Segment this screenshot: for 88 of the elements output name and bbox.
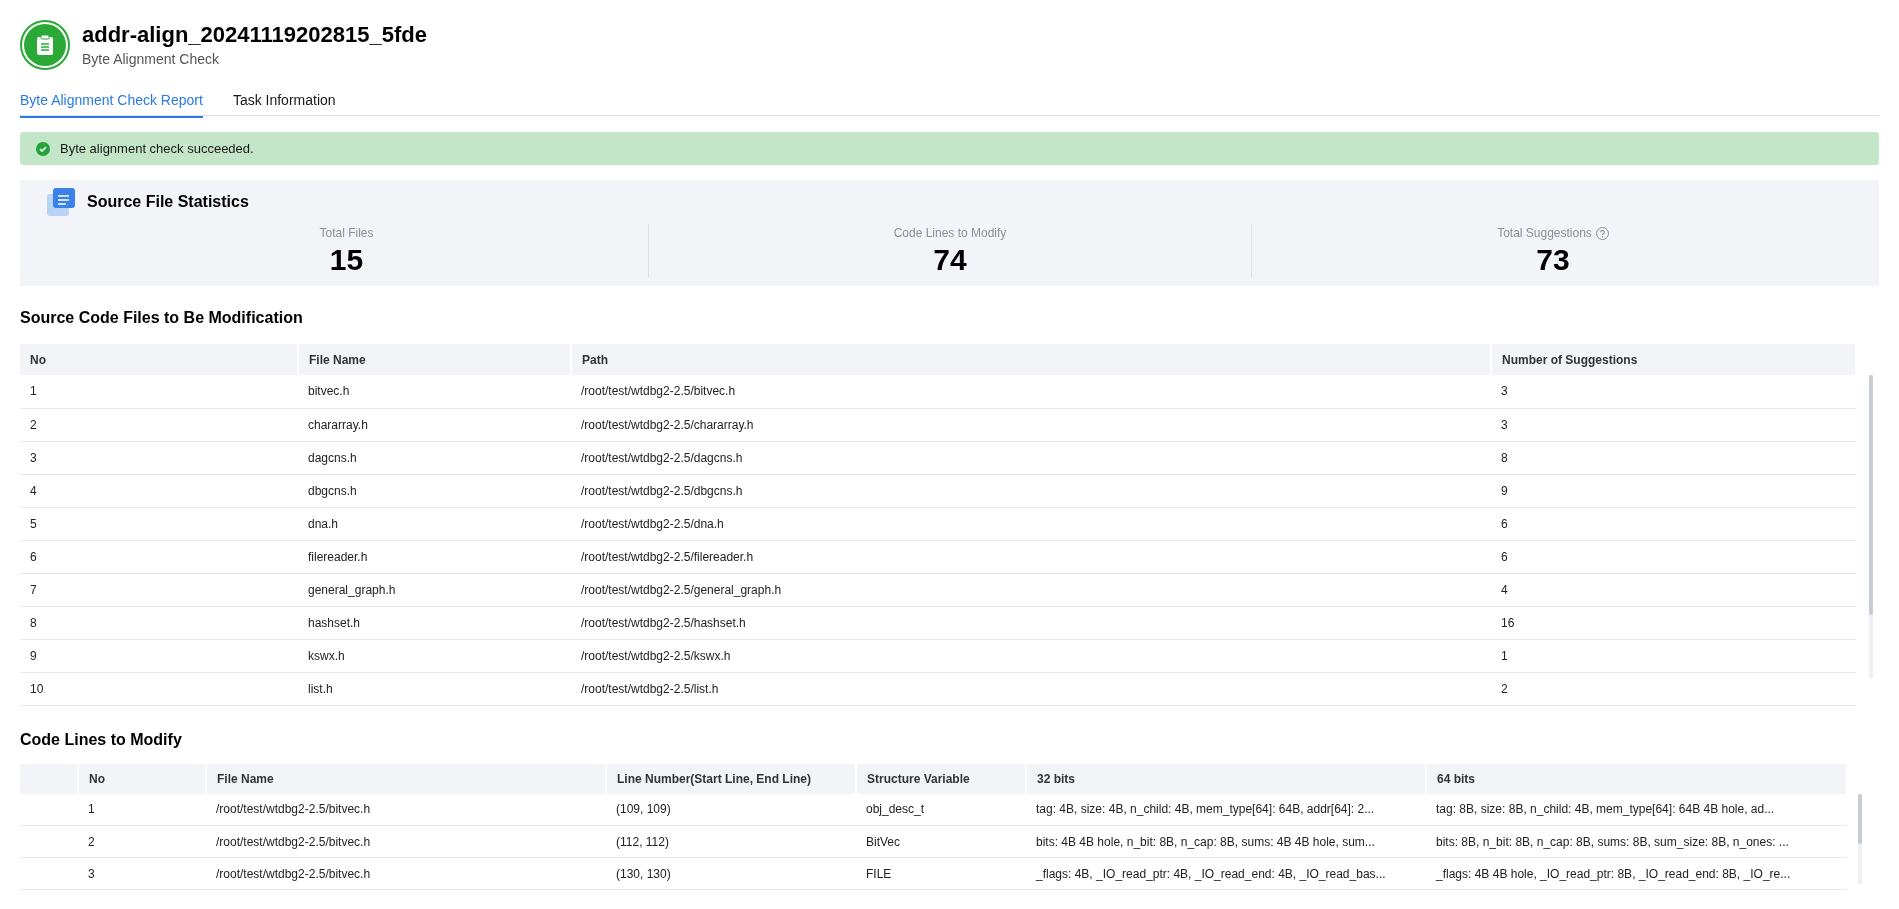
table-cell: 6 bbox=[20, 540, 298, 573]
table-cell: 3 bbox=[20, 441, 298, 474]
column-header: Path bbox=[571, 344, 1491, 375]
table-cell: 8 bbox=[20, 606, 298, 639]
stat-label: Code Lines to Modify bbox=[893, 225, 1007, 242]
column-header: Line Number(Start Line, End Line) bbox=[606, 763, 856, 794]
table-cell: chararray.h bbox=[298, 408, 571, 441]
table-cell: /root/test/wtdbg2-2.5/general_graph.h bbox=[571, 573, 1491, 606]
task-title: addr-align_20241119202815_5fde bbox=[82, 20, 427, 49]
table-cell: FILE bbox=[856, 857, 1026, 890]
table-cell: 1 bbox=[20, 375, 298, 408]
stat-label: Total Files bbox=[319, 225, 374, 242]
table-cell: 5 bbox=[20, 507, 298, 540]
table-cell: tag: 8B, size: 8B, n_child: 4B, mem_type[64]: 64B 4B hole, ad... bbox=[1426, 793, 1847, 826]
stat-label: Total Suggestions bbox=[1497, 225, 1592, 242]
table-cell: 3 bbox=[1491, 408, 1856, 441]
help-icon[interactable] bbox=[1595, 226, 1609, 240]
table-cell: dna.h bbox=[298, 507, 571, 540]
table-cell: 1 bbox=[78, 793, 206, 826]
column-header: 64 bits bbox=[1426, 763, 1847, 794]
table-cell: /root/test/wtdbg2-2.5/filereader.h bbox=[571, 540, 1491, 573]
table-cell: 1 bbox=[1491, 639, 1856, 672]
table-cell: 3 bbox=[1491, 375, 1856, 408]
scrollbar[interactable] bbox=[1858, 793, 1862, 884]
table-cell: /root/test/wtdbg2-2.5/list.h bbox=[571, 672, 1491, 705]
section-title: Source File Statistics bbox=[87, 192, 249, 212]
table-cell: 6 bbox=[1491, 540, 1856, 573]
table-cell: 10 bbox=[20, 672, 298, 705]
table-cell: 8 bbox=[1491, 441, 1856, 474]
check-circle-icon bbox=[36, 141, 50, 156]
table-cell: 3 bbox=[78, 857, 206, 890]
table-cell: (109, 109) bbox=[606, 793, 856, 826]
table-cell: /root/test/wtdbg2-2.5/chararray.h bbox=[571, 408, 1491, 441]
table-cell: /root/test/wtdbg2-2.5/bitvec.h bbox=[206, 825, 606, 858]
column-header: No bbox=[78, 763, 206, 794]
table-cell: BitVec bbox=[856, 825, 1026, 858]
table-cell: 9 bbox=[20, 639, 298, 672]
table-cell: dagcns.h bbox=[298, 441, 571, 474]
column-header: File Name bbox=[298, 344, 571, 375]
table-cell: bits: 8B, n_bit: 8B, n_cap: 8B, sums: 8B, sum_size: 8B, n_ones: ... bbox=[1426, 825, 1847, 858]
table-cell: (130, 130) bbox=[606, 857, 856, 890]
table-cell: /root/test/wtdbg2-2.5/dna.h bbox=[571, 507, 1491, 540]
table-cell: list.h bbox=[298, 672, 571, 705]
table-cell: /root/test/wtdbg2-2.5/dagcns.h bbox=[571, 441, 1491, 474]
table-cell: 4 bbox=[1491, 573, 1856, 606]
table-cell: /root/test/wtdbg2-2.5/kswx.h bbox=[571, 639, 1491, 672]
column-header: File Name bbox=[206, 763, 606, 794]
table-cell: /root/test/wtdbg2-2.5/bitvec.h bbox=[206, 857, 606, 890]
task-subtitle: Byte Alignment Check bbox=[82, 49, 220, 69]
tab[interactable]: Task Information bbox=[232, 84, 336, 118]
table-cell: 16 bbox=[1491, 606, 1856, 639]
column-header: Structure Variable bbox=[856, 763, 1026, 794]
table-cell: hashset.h bbox=[298, 606, 571, 639]
table-cell: _flags: 4B, _IO_read_ptr: 4B, _IO_read_end: 4B, _IO_read_bas... bbox=[1026, 857, 1426, 890]
column-header: Number of Suggestions bbox=[1491, 344, 1856, 375]
table-cell: 2 bbox=[1491, 672, 1856, 705]
table-cell: _flags: 4B 4B hole, _IO_read_ptr: 8B, _IO_read_end: 8B, _IO_re... bbox=[1426, 857, 1847, 890]
column-header: 32 bits bbox=[1026, 763, 1426, 794]
alert-message: Byte alignment check succeeded. bbox=[60, 139, 254, 158]
table-cell: bitvec.h bbox=[298, 375, 571, 408]
table-cell: 9 bbox=[1491, 474, 1856, 507]
section-title: Code Lines to Modify bbox=[20, 729, 183, 750]
stat-value: 73 bbox=[1536, 242, 1570, 278]
table-cell: kswx.h bbox=[298, 639, 571, 672]
stat-value: 74 bbox=[933, 242, 967, 278]
table-cell: /root/test/wtdbg2-2.5/bitvec.h bbox=[571, 375, 1491, 408]
table-cell: dbgcns.h bbox=[298, 474, 571, 507]
table-cell: /root/test/wtdbg2-2.5/bitvec.h bbox=[206, 793, 606, 826]
table-cell: filereader.h bbox=[298, 540, 571, 573]
table-cell: obj_desc_t bbox=[856, 793, 1026, 826]
table-cell: /root/test/wtdbg2-2.5/dbgcns.h bbox=[571, 474, 1491, 507]
tab[interactable]: Byte Alignment Check Report bbox=[20, 84, 203, 118]
stat-value: 15 bbox=[329, 242, 364, 278]
table-cell: 7 bbox=[20, 573, 298, 606]
table-cell: (112, 112) bbox=[606, 825, 856, 858]
clipboard-icon bbox=[20, 20, 70, 70]
table-cell: 2 bbox=[78, 825, 206, 858]
table-cell: 4 bbox=[20, 474, 298, 507]
table-cell: 6 bbox=[1491, 507, 1856, 540]
section-title: Source Code Files to Be Modification bbox=[20, 308, 304, 328]
table-cell: general_graph.h bbox=[298, 573, 571, 606]
table-cell: tag: 4B, size: 4B, n_child: 4B, mem_type[64]: 64B, addr[64]: 2... bbox=[1026, 793, 1426, 826]
files-icon bbox=[45, 186, 77, 218]
table-cell: /root/test/wtdbg2-2.5/hashset.h bbox=[571, 606, 1491, 639]
table-cell: 2 bbox=[20, 408, 298, 441]
scrollbar[interactable] bbox=[1869, 375, 1873, 678]
column-header: No bbox=[20, 344, 298, 375]
table-cell: bits: 4B 4B hole, n_bit: 8B, n_cap: 8B, sums: 4B 4B hole, sum... bbox=[1026, 825, 1426, 858]
